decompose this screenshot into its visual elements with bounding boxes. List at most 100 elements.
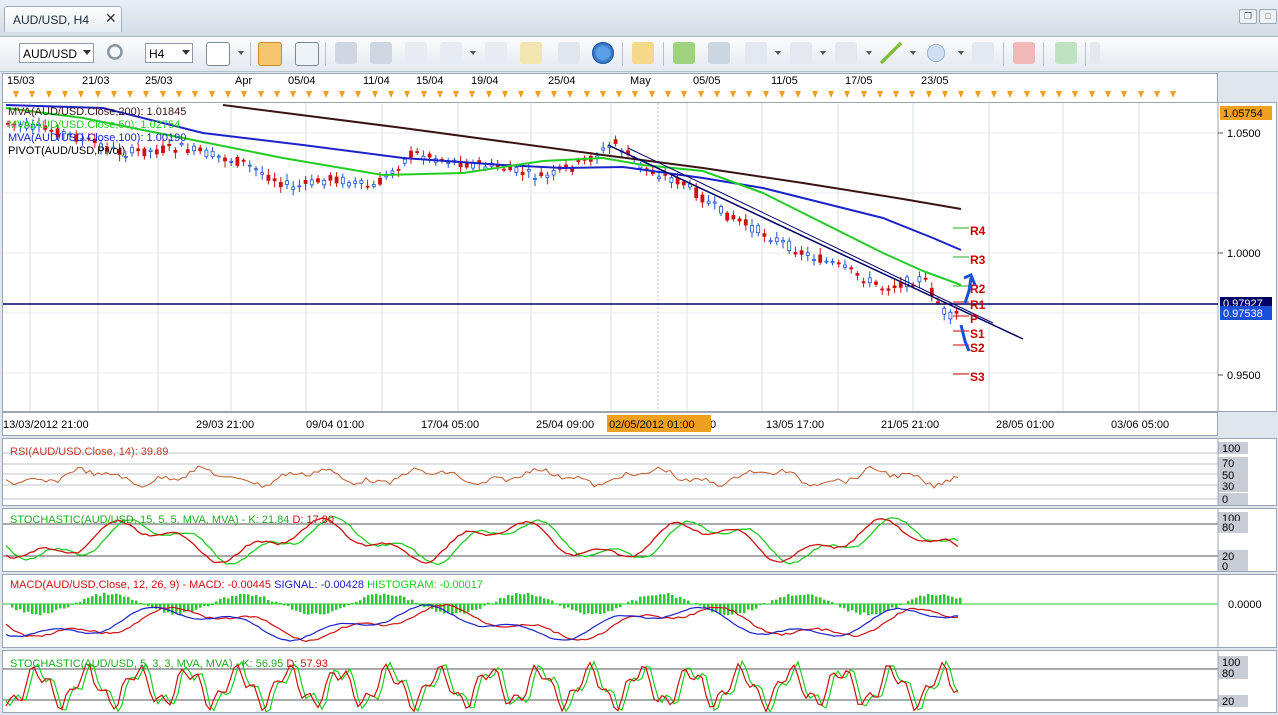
chevron-down-icon[interactable] (238, 51, 244, 55)
macd-histogram-bar (215, 601, 218, 604)
magnifier-icon[interactable] (440, 42, 462, 64)
candle-body (726, 213, 729, 220)
rsi-panel[interactable]: 1007050300 (2, 438, 1277, 506)
macd-histogram-bar (819, 597, 822, 604)
candle-body (354, 181, 357, 183)
session-marker (584, 91, 590, 98)
price-chart-panel[interactable]: R4R3R2R1PS1S2S31.05001.00000.95001.05754… (2, 102, 1277, 412)
macd-histogram-bar (799, 595, 802, 604)
macd-histogram-bar (527, 593, 530, 604)
macd-histogram-bar (807, 594, 810, 604)
macd-histogram-bar (847, 604, 850, 611)
macd-histogram-bar (899, 604, 902, 605)
candle-body (428, 154, 431, 157)
session-marker (176, 91, 182, 98)
image-icon[interactable] (673, 42, 695, 64)
chevron-down-icon[interactable] (910, 51, 916, 55)
time-axis-label: 17/04 05:00 (421, 419, 479, 431)
layout-icon[interactable] (708, 42, 730, 64)
ruler-icon[interactable] (632, 42, 654, 64)
candle-body (397, 169, 400, 170)
macd-histogram-bar (207, 604, 210, 606)
macd-histogram-bar (911, 599, 914, 604)
macd-histogram-bar (671, 595, 674, 604)
toolbar-divider (1085, 42, 1086, 66)
session-marker (535, 91, 541, 98)
close-icon[interactable]: ✕ (105, 10, 117, 27)
macd-histogram-bar (771, 600, 774, 604)
macd-histogram-bar (539, 596, 542, 604)
candle-body (410, 151, 413, 157)
macd-histogram-bar (859, 604, 862, 615)
chevron-down-icon (83, 50, 91, 55)
maximize-icon[interactable]: □ (1259, 9, 1277, 24)
macd-histogram-bar (47, 604, 50, 613)
candle-body (720, 207, 723, 213)
hlines-icon[interactable] (790, 42, 812, 64)
session-marker (1154, 91, 1160, 98)
macd-histogram-bar (327, 604, 330, 613)
chevron-down-icon[interactable] (470, 51, 476, 55)
macd-histogram-bar (123, 597, 126, 604)
lines-icon[interactable] (745, 42, 767, 64)
session-marker (958, 91, 964, 98)
restore-icon[interactable]: ❐ (1239, 9, 1257, 24)
toolbar-overflow-icon[interactable] (1090, 42, 1100, 64)
candles-icon[interactable] (258, 42, 282, 66)
pivot-level-label: S2 (970, 341, 985, 355)
chevron-down-icon[interactable] (958, 51, 964, 55)
time-axis-label: 28/05 01:00 (996, 419, 1054, 431)
stochastic-1-legend: STOCHASTIC(AUD/USD, 15, 5, 5, MVA, MVA) … (10, 514, 334, 526)
ellipse-icon[interactable] (925, 42, 947, 64)
session-marker (779, 91, 785, 98)
edit-icon[interactable] (520, 42, 542, 64)
price-chart[interactable]: R4R3R2R1PS1S2S31.05001.00000.95001.05754… (3, 103, 1276, 411)
candle-body (732, 215, 735, 218)
zoom-out-icon[interactable] (370, 42, 392, 64)
chevron-down-icon[interactable] (820, 51, 826, 55)
macd-histogram-bar (67, 604, 70, 607)
symbol-remove-icon[interactable] (105, 42, 127, 64)
macd-histogram-bar (599, 604, 602, 614)
rsi-legend: RSI(AUD/USD.Close, 14): 39.89 (10, 446, 168, 458)
globe-icon[interactable] (592, 42, 614, 64)
candle-body (205, 150, 208, 157)
symbol-value: AUD/USD (23, 47, 77, 61)
macd-histogram-bar (651, 595, 654, 604)
template-icon[interactable] (295, 42, 319, 66)
chart-type-icon[interactable] (206, 42, 230, 66)
crosshair-icon[interactable] (485, 42, 507, 64)
cursor-icon[interactable] (405, 42, 427, 64)
zoom-in-icon[interactable] (335, 42, 357, 64)
chevron-down-icon[interactable] (866, 51, 872, 55)
pivot-level-label: S3 (970, 370, 985, 384)
session-marker (616, 91, 622, 98)
chart-tab[interactable]: AUD/USD, H4 ✕ (4, 6, 122, 32)
candle-body (552, 170, 555, 175)
macd-histogram-bar (303, 604, 306, 614)
text-icon[interactable] (972, 42, 994, 64)
macd-histogram-bar (743, 604, 746, 613)
macd-histogram-bar (531, 595, 534, 604)
chevron-down-icon[interactable] (775, 51, 781, 55)
hierarchy-icon[interactable] (1055, 42, 1077, 64)
candle-body (143, 149, 146, 156)
macd-histogram-bar (83, 599, 86, 604)
timeframe-select[interactable]: H4 (145, 43, 193, 63)
macd-histogram-bar (755, 604, 758, 609)
macd-histogram-bar (351, 603, 354, 604)
trendline-icon[interactable] (880, 42, 902, 64)
session-marker (1056, 91, 1062, 98)
candle-body (837, 263, 840, 264)
symbol-select[interactable]: AUD/USD (19, 43, 94, 63)
macd-histogram-bar (459, 604, 462, 612)
fan-icon[interactable] (835, 42, 857, 64)
macd-histogram-bar (731, 604, 734, 615)
toolbar-divider (325, 42, 326, 66)
macd-histogram-bar (951, 597, 954, 604)
top-date-label: 11/04 (363, 75, 390, 87)
macd-histogram-bar (143, 604, 146, 605)
eraser-icon[interactable] (1013, 42, 1035, 64)
macd-histogram-bar (563, 604, 566, 608)
refresh-icon[interactable] (558, 42, 580, 64)
